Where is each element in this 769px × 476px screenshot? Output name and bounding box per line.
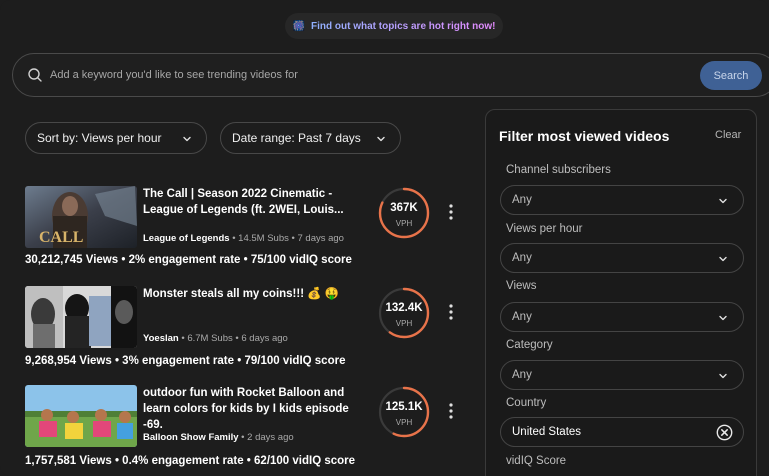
views-label: Views: [506, 280, 537, 292]
select-value: United States: [512, 426, 582, 438]
vidiq-score-label: vidIQ Score: [506, 455, 567, 467]
thumbnail-image: [25, 286, 137, 348]
video-title[interactable]: Monster steals all my coins!!! 💰 🤑: [143, 286, 368, 302]
search-button[interactable]: Search: [700, 61, 762, 90]
filter-panel: Filter most viewed videos Clear Channel …: [485, 109, 757, 476]
category-select[interactable]: Any: [500, 360, 744, 390]
vph-gauge: 367K VPH: [377, 186, 431, 240]
video-meta: Yoeslan • 6.7M Subs • 6 days ago: [143, 333, 288, 344]
app-window: 🎆 Find out what topics are hot right now…: [0, 0, 769, 476]
video-title[interactable]: outdoor fun with Rocket Balloon and lear…: [143, 385, 368, 433]
chevron-down-icon: [719, 315, 727, 321]
view-count: 9,268,954 Views: [25, 355, 112, 367]
date-range-dropdown[interactable]: Date range: Past 7 days: [220, 122, 401, 154]
view-count: 1,757,581 Views: [25, 455, 112, 467]
vph-label: VPH: [395, 319, 413, 328]
select-value: Any: [512, 194, 532, 206]
thumbnail-image: [25, 385, 137, 447]
channel-details: • 14.5M Subs • 7 days ago: [229, 233, 344, 244]
channel-name[interactable]: Yoeslan: [143, 333, 179, 344]
video-thumbnail[interactable]: CALL: [25, 186, 137, 248]
chevron-down-icon: [377, 136, 385, 142]
category-label: Category: [506, 339, 553, 351]
thumbnail-image: CALL: [25, 186, 137, 248]
engagement-rate: 0.4% engagement rate: [122, 455, 244, 467]
date-range-label: Date range: Past 7 days: [232, 131, 361, 145]
video-thumbnail[interactable]: [25, 286, 137, 348]
vph-label: VPH: [395, 219, 413, 228]
clear-filters-button[interactable]: Clear: [715, 129, 741, 141]
country-label: Country: [506, 397, 547, 409]
banner-text[interactable]: Find out what topics are hot right now!: [311, 21, 495, 32]
video-stats: 9,268,954 Views • 3% engagement rate • 7…: [25, 355, 346, 367]
video-stats: 1,757,581 Views • 0.4% engagement rate •…: [25, 455, 356, 467]
views-select[interactable]: Any: [500, 302, 744, 332]
vph-gauge: 125.1K VPH: [377, 385, 431, 439]
select-value: Any: [512, 311, 532, 323]
country-select[interactable]: United States: [500, 417, 744, 447]
chevron-down-icon: [719, 256, 727, 262]
video-title[interactable]: The Call | Season 2022 Cinematic - Leagu…: [143, 186, 368, 218]
views-per-hour-label: Views per hour: [506, 223, 583, 235]
channel-subscribers-label: Channel subscribers: [506, 164, 611, 176]
vph-value: 125.1K: [385, 401, 423, 413]
trending-topics-banner[interactable]: 🎆 Find out what topics are hot right now…: [285, 13, 503, 39]
chevron-down-icon: [183, 136, 191, 142]
select-value: Any: [512, 369, 532, 381]
clear-selection-icon[interactable]: [716, 424, 733, 441]
fireworks-icon: 🎆: [292, 20, 305, 32]
more-options-icon[interactable]: [445, 402, 457, 420]
svg-text:CALL: CALL: [39, 229, 83, 246]
select-value: Any: [512, 252, 532, 264]
video-meta: Balloon Show Family • 2 days ago: [143, 432, 294, 443]
sort-dropdown[interactable]: Sort by: Views per hour: [25, 122, 207, 154]
search-input[interactable]: [50, 64, 650, 86]
engagement-rate: 3% engagement rate: [122, 355, 235, 367]
vph-value: 132.4K: [385, 302, 423, 314]
chevron-down-icon: [719, 198, 727, 204]
filter-panel-title: Filter most viewed videos: [499, 128, 670, 144]
chevron-down-icon: [719, 373, 727, 379]
more-options-icon[interactable]: [445, 303, 457, 321]
vidiq-score: 79/100 vidIQ score: [244, 355, 346, 367]
sort-label: Sort by: Views per hour: [37, 131, 162, 145]
engagement-rate: 2% engagement rate: [128, 254, 241, 266]
more-options-icon[interactable]: [445, 203, 457, 221]
channel-name[interactable]: Balloon Show Family: [143, 432, 239, 443]
vidiq-score: 75/100 vidIQ score: [250, 254, 352, 266]
channel-details: • 2 days ago: [238, 432, 294, 443]
video-meta: League of Legends • 14.5M Subs • 7 days …: [143, 233, 344, 244]
search-bar: Search: [12, 53, 769, 97]
search-icon: [28, 68, 42, 82]
views-per-hour-select[interactable]: Any: [500, 243, 744, 273]
vidiq-score: 62/100 vidIQ score: [254, 455, 356, 467]
vph-gauge: 132.4K VPH: [377, 286, 431, 340]
vph-value: 367K: [390, 202, 418, 214]
view-count: 30,212,745 Views: [25, 254, 119, 266]
channel-details: • 6.7M Subs • 6 days ago: [178, 333, 288, 344]
channel-name[interactable]: League of Legends: [143, 233, 230, 244]
video-stats: 30,212,745 Views • 2% engagement rate • …: [25, 254, 352, 266]
video-thumbnail[interactable]: [25, 385, 137, 447]
vph-label: VPH: [395, 418, 413, 427]
channel-subscribers-select[interactable]: Any: [500, 185, 744, 215]
